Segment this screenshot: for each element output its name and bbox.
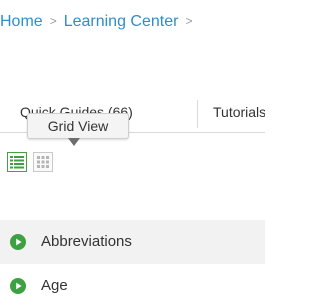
list-item-label: Abbreviations [41,233,132,250]
list-item-age[interactable]: Age [0,264,265,308]
tab-tutorials[interactable]: Tutorials [213,96,265,132]
list-view-icon [10,156,24,169]
list-item-abbreviations[interactable]: Abbreviations [0,220,265,264]
tooltip-arrow-icon [68,138,80,146]
grid-view-button[interactable] [33,152,53,172]
breadcrumb: Home > Learning Center > [0,12,199,32]
tab-divider [197,100,198,128]
play-circle-icon [10,278,26,294]
breadcrumb-separator: > [185,14,193,28]
breadcrumb-separator: > [49,14,57,28]
play-circle-icon [10,234,26,250]
breadcrumb-learning-center[interactable]: Learning Center [64,13,179,30]
grid-view-icon [37,156,49,168]
list-item-label: Age [41,277,68,294]
grid-view-tooltip: Grid View [27,113,129,139]
learning-center-page: Home > Learning Center > Quick Guides (66) … [0,0,265,308]
breadcrumb-home[interactable]: Home [0,13,43,30]
list-view-button[interactable] [7,152,27,172]
